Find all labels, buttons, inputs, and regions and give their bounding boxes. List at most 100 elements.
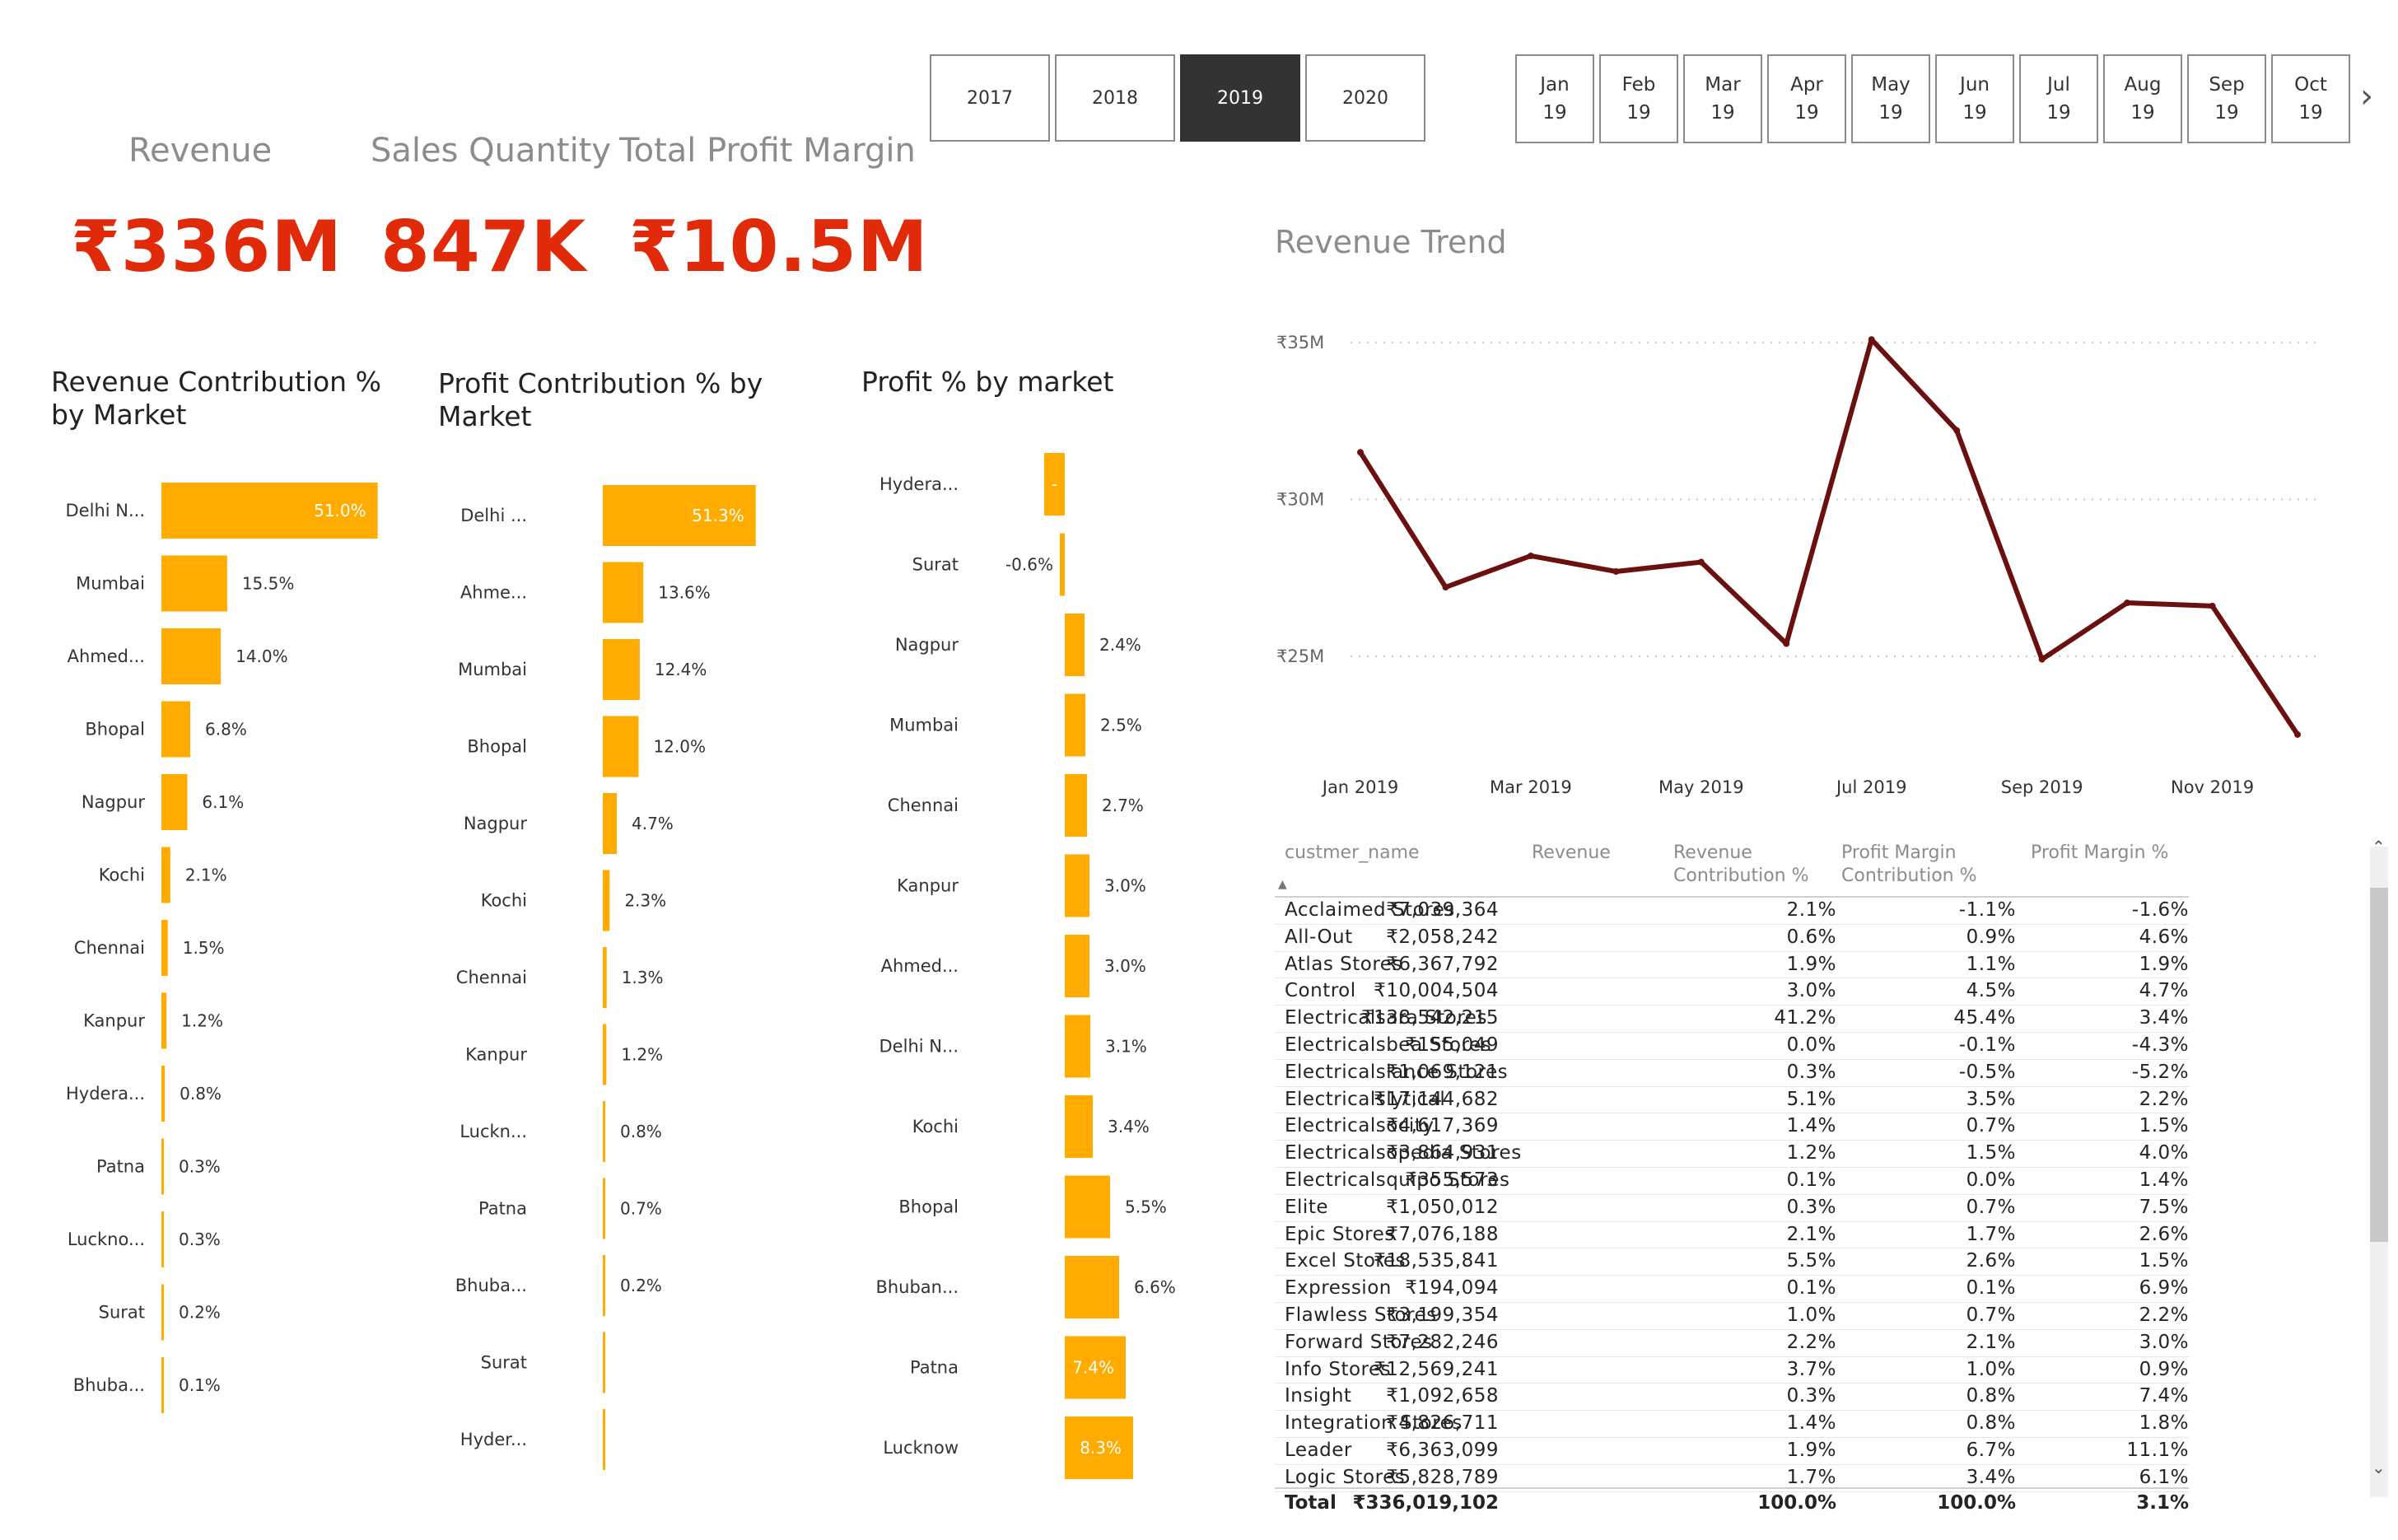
bar[interactable] [603, 639, 640, 700]
bar[interactable] [603, 1255, 605, 1316]
table-row[interactable]: Electricalsquipo Stores ₹355,573 0.1% 0.0% 1… [1275, 1168, 2189, 1195]
table-row[interactable]: Control ₹10,004,504 3.0% 4.5% 4.7% [1275, 978, 2189, 1006]
table-scrollbar[interactable] [2370, 847, 2388, 1497]
table-row[interactable]: Electricalsbea Stores ₹155,049 0.0% -0.1% -4… [1275, 1033, 2189, 1060]
cell-customer-name: All-Out [1285, 926, 1353, 948]
trend-point[interactable] [1527, 552, 1534, 559]
month-button-aug[interactable]: Aug 19 [2103, 54, 2182, 143]
data-label: 14.0% [236, 646, 288, 666]
chevron-right-icon[interactable]: › [2360, 77, 2373, 115]
month-button-mar[interactable]: Mar 19 [1683, 54, 1762, 143]
trend-point[interactable] [1697, 558, 1705, 566]
month-button-feb[interactable]: Feb 19 [1599, 54, 1678, 143]
table-row[interactable]: Electricalsocity ₹4,617,369 1.4% 0.7% 1.5% [1275, 1113, 2189, 1141]
trend-point[interactable] [2209, 602, 2216, 609]
data-label: 0.8% [620, 1122, 662, 1141]
month-button-may[interactable]: May 19 [1851, 54, 1930, 143]
month-button-apr[interactable]: Apr 19 [1767, 54, 1846, 143]
year-button-2018[interactable]: 2018 [1055, 54, 1175, 142]
bar[interactable] [603, 1332, 605, 1393]
header-profit-margin-contribution[interactable]: Profit Margin Contribution % [1841, 842, 1977, 888]
bar[interactable] [1065, 614, 1085, 676]
sort-ascending-icon[interactable]: ▲ [1278, 873, 1287, 896]
bar[interactable] [1065, 693, 1085, 757]
trend-point[interactable] [1783, 640, 1790, 647]
category-label: Patna [910, 1358, 959, 1378]
bar[interactable] [1065, 854, 1089, 917]
bar[interactable] [603, 1409, 605, 1470]
table-row[interactable]: Electricalslytical ₹17,144,682 5.1% 3.5% 2.2… [1275, 1087, 2189, 1114]
bar[interactable] [1065, 774, 1087, 837]
bar[interactable] [1060, 533, 1065, 596]
table-row[interactable]: Forward Stores ₹7,282,246 2.2% 2.1% 3.0% [1275, 1330, 2189, 1357]
table-row[interactable]: Integration Stores ₹4,826,711 1.4% 0.8% 1.8% [1275, 1411, 2189, 1438]
table-row[interactable]: Expression ₹194,094 0.1% 0.1% 6.9% [1275, 1276, 2189, 1303]
bar[interactable] [161, 920, 168, 976]
trend-point[interactable] [2294, 730, 2301, 738]
month-button-jun[interactable]: Jun 19 [1935, 54, 2014, 143]
bar[interactable] [161, 1138, 164, 1195]
table-row[interactable]: Info Stores ₹12,569,241 3.7% 1.0% 0.9% [1275, 1357, 2189, 1384]
year-button-2020[interactable]: 2020 [1305, 54, 1425, 142]
bar[interactable] [603, 1024, 607, 1085]
table-row[interactable]: Electricalsopedia Stores ₹3,864,931 1.2% 1.… [1275, 1141, 2189, 1168]
trend-point[interactable] [1442, 584, 1449, 591]
trend-point[interactable] [1612, 567, 1620, 575]
header-revenue-contribution[interactable]: Revenue Contribution % [1673, 842, 1809, 888]
bar[interactable] [603, 562, 644, 623]
header-revenue[interactable]: Revenue [1532, 842, 1611, 865]
scrollbar-thumb[interactable] [2370, 888, 2388, 1242]
trend-point[interactable] [2124, 600, 2131, 607]
table-row[interactable]: Insight ₹1,092,658 0.3% 0.8% 7.4% [1275, 1384, 2189, 1412]
bar[interactable] [1065, 1015, 1090, 1078]
bar[interactable] [603, 1101, 605, 1162]
table-row[interactable]: Atlas Stores ₹6,367,792 1.9% 1.1% 1.9% [1275, 952, 2189, 979]
revenue-trend-line[interactable] [1358, 337, 2300, 736]
table-row[interactable]: Excel Stores ₹18,535,841 5.5% 2.6% 1.5% [1275, 1248, 2189, 1276]
trend-point[interactable] [1868, 336, 1875, 343]
header-profit-margin[interactable]: Profit Margin % [2031, 842, 2168, 865]
table-row[interactable]: Elite ₹1,050,012 0.3% 0.7% 7.5% [1275, 1195, 2189, 1222]
bar[interactable] [603, 1178, 605, 1239]
bar[interactable] [603, 947, 607, 1008]
table-row[interactable]: Epic Stores ₹7,076,188 2.1% 1.7% 2.6% [1275, 1222, 2189, 1249]
bar[interactable] [161, 1357, 164, 1413]
year-button-2019[interactable]: 2019 [1180, 54, 1300, 142]
cell-profit-margin: 1.9% [2139, 953, 2189, 975]
year-button-2017[interactable]: 2017 [930, 54, 1050, 142]
table-row[interactable]: Electricalsara Stores ₹138,542,215 41.2% 45… [1275, 1006, 2189, 1033]
bar[interactable] [161, 555, 227, 612]
month-button-oct[interactable]: Oct 19 [2271, 54, 2350, 143]
bar[interactable] [161, 1284, 164, 1341]
bar[interactable] [603, 793, 618, 854]
bar[interactable] [1065, 1175, 1110, 1239]
table-row[interactable]: Leader ₹6,363,099 1.9% 6.7% 11.1% [1275, 1438, 2189, 1465]
bar[interactable] [161, 992, 167, 1049]
bar[interactable] [603, 716, 639, 777]
trend-point[interactable] [1953, 427, 1961, 434]
bar[interactable] [1065, 1095, 1093, 1158]
bar[interactable] [161, 628, 222, 684]
month-button-sep[interactable]: Sep 19 [2187, 54, 2266, 143]
bar[interactable] [161, 1211, 164, 1267]
table-row[interactable]: Flawless Stores ₹3,199,354 1.0% 0.7% 2.2% [1275, 1303, 2189, 1330]
table-row[interactable]: Electricalslance Stores ₹1,069,121 0.3% -0.… [1275, 1060, 2189, 1087]
bar[interactable] [161, 774, 188, 830]
bar[interactable] [1065, 1256, 1119, 1318]
trend-point[interactable] [2038, 656, 2046, 663]
bar[interactable] [1065, 935, 1089, 997]
month-button-jan[interactable]: Jan 19 [1515, 54, 1594, 143]
bar[interactable] [603, 870, 610, 931]
bar[interactable] [161, 847, 170, 903]
table-row[interactable]: Acclaimed Stores ₹7,039,364 2.1% -1.1% -1.6% [1275, 898, 2189, 925]
month-button-jul[interactable]: Jul 19 [2019, 54, 2098, 143]
cell-profit-margin-contribution: -1.1% [1958, 899, 2016, 921]
scroll-down-icon[interactable]: ⌄ [2372, 1458, 2386, 1477]
trend-point[interactable] [1357, 449, 1364, 456]
data-label: 8.3% [1080, 1438, 1122, 1458]
bar[interactable] [161, 1066, 166, 1122]
bar[interactable] [161, 701, 191, 758]
header-customer-name[interactable]: custmer_name [1285, 842, 1420, 865]
table-row[interactable]: All-Out ₹2,058,242 0.6% 0.9% 4.6% [1275, 925, 2189, 952]
month-button-month: Apr [1790, 74, 1823, 96]
